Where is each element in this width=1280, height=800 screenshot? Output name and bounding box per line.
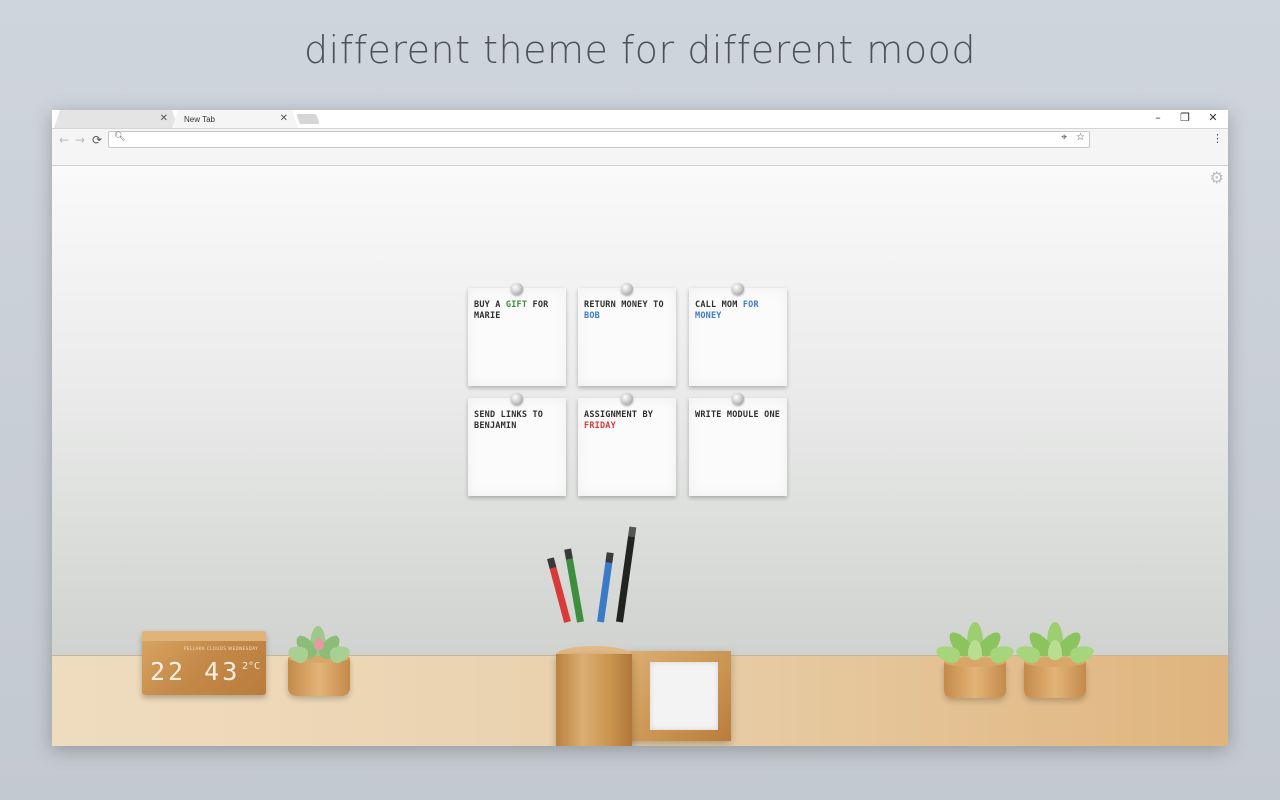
sticky-note[interactable]: CALL MOM FOR MONEY — [689, 283, 787, 386]
succulent-plant — [934, 622, 1016, 668]
succulent-plant — [1014, 622, 1096, 668]
clock-time: 22 43 — [150, 657, 241, 686]
sticky-note[interactable]: RETURN MONEY TO BOB — [578, 283, 676, 386]
sticky-note-text: RETURN MONEY TO BOB — [584, 300, 672, 321]
maximize-button[interactable]: ❐ — [1172, 111, 1198, 124]
new-tab-page: ⚙ BUY A GIFT FOR MARIE RETURN MONEY TO BO… — [52, 166, 1228, 746]
pencil-cup — [556, 654, 632, 746]
minimize-button[interactable]: – — [1145, 111, 1171, 124]
black-pencil — [616, 526, 637, 623]
close-tab-icon[interactable]: ✕ — [160, 113, 168, 124]
tab-title: New Tab — [184, 114, 215, 124]
note-text-segment: WRITE MODULE ONE — [695, 410, 781, 420]
sticky-note-text: BUY A GIFT FOR MARIE — [474, 300, 562, 321]
note-text-segment: RETURN MONEY TO — [584, 300, 664, 310]
clock-info: PELLAKA CLOUDS WEDNESDAY — [184, 646, 259, 651]
note-text-segment: BOB — [584, 310, 600, 321]
sticky-note-text: SEND LINKS TO BENJAMIN — [474, 410, 562, 431]
note-text-segment: FRIDAY — [584, 420, 616, 431]
note-text-segment: BUY A — [474, 300, 506, 310]
pushpin-icon — [732, 283, 744, 295]
reload-button[interactable]: ⟳ — [89, 133, 105, 147]
pushpin-icon — [621, 393, 633, 405]
tab-blank[interactable]: ✕ — [54, 110, 178, 128]
note-text-segment: ASSIGNMENT BY — [584, 410, 654, 420]
note-text-segment: SEND LINKS TO BENJAMIN — [474, 410, 544, 431]
location-icon[interactable]: ⌖ — [1061, 132, 1067, 143]
close-window-button[interactable]: ✕ — [1200, 111, 1226, 124]
clock-temperature: 2°C — [242, 661, 261, 672]
headline: different theme for different mood — [304, 28, 976, 72]
gear-icon[interactable]: ⚙ — [1210, 168, 1224, 187]
menu-icon[interactable]: ⋮ — [1212, 132, 1223, 145]
note-text-segment: CALL MOM — [695, 300, 743, 310]
address-bar[interactable]: 🔍︎ ⌖ ☆ — [108, 131, 1090, 148]
forward-button[interactable]: → — [72, 133, 88, 147]
wooden-clock: PELLAKA CLOUDS WEDNESDAY 22 43 2°C — [142, 631, 266, 695]
pushpin-icon — [732, 393, 744, 405]
tab-new-tab[interactable]: New Tab ✕ — [172, 110, 298, 128]
pushpin-icon — [621, 283, 633, 295]
sticky-note[interactable]: SEND LINKS TO BENJAMIN — [468, 393, 566, 496]
pushpin-icon — [511, 283, 523, 295]
clock-top — [142, 631, 266, 641]
note-text-segment: GIFT — [505, 300, 528, 310]
star-icon[interactable]: ☆ — [1076, 132, 1085, 143]
sticky-note[interactable]: BUY A GIFT FOR MARIE — [468, 283, 566, 386]
browser-window: ✕ New Tab ✕ – ❐ ✕ ← → ⟳ 🔍︎ ⌖ ☆ ⋮ ⚙ BUY A… — [52, 110, 1228, 746]
toolbar: ← → ⟳ 🔍︎ ⌖ ☆ ⋮ — [52, 129, 1228, 166]
pushpin-icon — [511, 393, 523, 405]
search-icon: 🔍︎ — [114, 132, 126, 142]
holder-note — [650, 662, 718, 730]
new-tab-button[interactable] — [296, 114, 320, 124]
back-button[interactable]: ← — [56, 133, 72, 147]
sticky-note-text: WRITE MODULE ONE — [695, 410, 783, 421]
sticky-note[interactable]: WRITE MODULE ONE — [689, 393, 787, 496]
sticky-note[interactable]: ASSIGNMENT BY FRIDAY — [578, 393, 676, 496]
succulent-plant — [285, 624, 353, 665]
tab-strip: ✕ New Tab ✕ – ❐ ✕ — [52, 110, 1228, 129]
sticky-note-text: CALL MOM FOR MONEY — [695, 300, 783, 321]
close-tab-icon[interactable]: ✕ — [280, 113, 288, 124]
blue-pencil — [597, 552, 614, 623]
sticky-note-text: ASSIGNMENT BY FRIDAY — [584, 410, 672, 431]
